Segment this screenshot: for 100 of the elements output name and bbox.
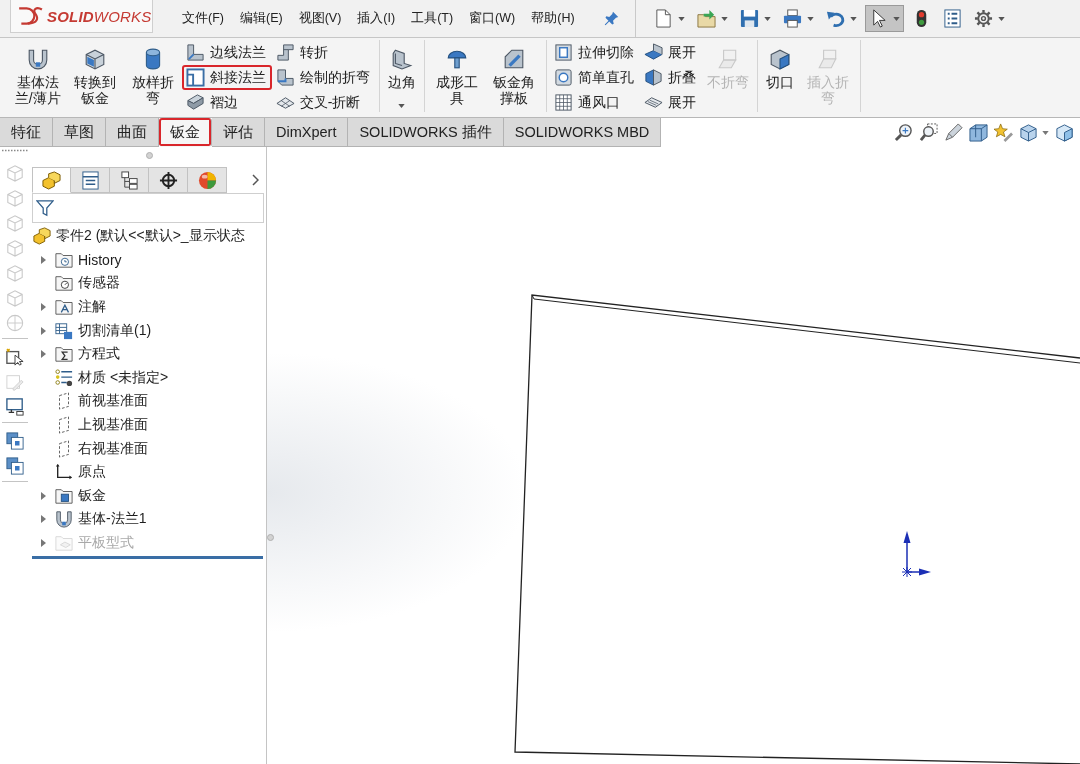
ribbon-button[interactable]: 褶边 <box>181 90 272 115</box>
expand-arrow-icon[interactable] <box>40 255 46 264</box>
blocks-icon <box>42 170 61 190</box>
app-wordmark: SOLIDWORKS <box>47 7 152 25</box>
expand-arrow-icon[interactable] <box>40 491 46 500</box>
ribbon-button[interactable]: 斜接法兰 <box>181 65 272 90</box>
caret-icon <box>763 16 771 21</box>
ribbon-button[interactable]: 拉伸切除 <box>549 40 640 65</box>
ribbon-button[interactable]: 成形工具 <box>427 40 486 110</box>
ribbon-button[interactable]: 展开 <box>639 40 702 65</box>
splitter-handle[interactable] <box>145 151 153 159</box>
panel-tab[interactable] <box>110 167 149 193</box>
tree-item[interactable]: 前视基准面 <box>78 392 148 411</box>
l-bracket-icon <box>185 43 205 62</box>
section-view-button[interactable] <box>969 123 988 142</box>
tree-item[interactable]: 右视基准面 <box>78 439 148 458</box>
caret-icon <box>677 16 685 21</box>
select-button[interactable] <box>864 5 904 32</box>
tree-item[interactable]: History <box>78 251 122 268</box>
expand-arrow-icon[interactable] <box>40 515 46 524</box>
ribbon-button[interactable]: 基体法兰/薄片 <box>9 40 67 110</box>
tree-item[interactable]: 原点 <box>78 463 106 482</box>
stacked-windows-icon[interactable] <box>6 431 24 450</box>
cursor-frame-icon[interactable] <box>6 347 24 366</box>
ribbon-button[interactable]: 转折 <box>271 40 376 65</box>
tree-item[interactable]: 注解 <box>78 298 106 316</box>
tree-item[interactable]: 上视基准面 <box>78 415 148 434</box>
menu-item[interactable]: 视图(V) <box>291 7 349 30</box>
tree-item[interactable]: 切割清单(1) <box>78 321 152 340</box>
ribbon-tab[interactable]: 草图 <box>53 118 106 147</box>
material-icon <box>55 368 73 387</box>
settings-icon <box>973 9 993 28</box>
filter-icon <box>36 199 54 217</box>
monitor-icon[interactable] <box>6 397 24 416</box>
ribbon-tab[interactable]: 曲面 <box>106 118 159 147</box>
crosshair-icon <box>158 170 178 190</box>
menu-item[interactable]: 文件(F) <box>175 7 231 30</box>
expand-arrow-icon[interactable] <box>40 303 46 311</box>
ribbon-tab[interactable]: 特征 <box>0 118 53 147</box>
bend-sheet-icon <box>816 48 839 70</box>
tree-item[interactable]: 基体-法兰1 <box>78 510 147 529</box>
u-bracket-icon <box>55 510 73 529</box>
caret-icon <box>720 16 728 21</box>
expand-arrow-icon[interactable] <box>40 326 46 335</box>
panel-tab[interactable] <box>149 167 188 193</box>
tree-item[interactable]: 材质 <未指定> <box>78 368 169 387</box>
unfold-icon <box>643 43 663 62</box>
grip-icon[interactable] <box>1 149 29 152</box>
previous-view-button[interactable] <box>944 123 963 142</box>
ribbon-button[interactable]: 边角 <box>382 40 421 112</box>
zoom-fit-button[interactable] <box>894 123 913 142</box>
ribbon-button[interactable]: 边线法兰 <box>181 40 272 65</box>
caret-icon <box>892 16 900 21</box>
zoom-icon <box>894 123 913 142</box>
ribbon-button[interactable]: 展开 <box>639 90 702 115</box>
ribbon-button[interactable]: 通风口 <box>549 90 640 115</box>
filter-field[interactable] <box>32 193 264 223</box>
ribbon-tab[interactable]: SOLIDWORKS 插件 <box>348 118 504 147</box>
expand-arrow-icon[interactable] <box>40 538 46 547</box>
axis-triad-icon <box>901 531 931 578</box>
sheet-folder-icon <box>55 533 73 552</box>
ribbon-button[interactable]: 切口 <box>760 40 799 94</box>
zoom-area-button[interactable] <box>919 123 938 142</box>
tree-item[interactable]: 钣金 <box>78 486 106 505</box>
tree-item[interactable]: 传感器 <box>78 274 120 293</box>
rollback-bar[interactable] <box>32 555 263 559</box>
ribbon-button[interactable]: 放样折弯 <box>124 40 182 110</box>
menu-item[interactable]: 工具(T) <box>404 7 461 30</box>
ribbon-tab[interactable]: DimXpert <box>265 118 349 147</box>
corner-icon <box>390 48 413 70</box>
cube-icon <box>768 48 791 70</box>
ribbon-button[interactable]: 转换到钣金 <box>66 40 125 110</box>
ribbon-button[interactable]: 钣金角撑板 <box>485 40 543 110</box>
view-annotation-button[interactable] <box>994 123 1013 142</box>
ribbon-button[interactable]: 绘制的折弯 <box>271 65 376 90</box>
ribbon-button[interactable]: 折叠 <box>639 65 702 90</box>
ribbon-button[interactable]: 简单直孔 <box>549 65 640 90</box>
star-pencil-icon <box>994 123 1013 142</box>
checklist-icon <box>942 9 962 28</box>
u-bracket-icon <box>26 48 49 70</box>
tree-item[interactable]: 方程式 <box>78 345 120 364</box>
menu-item[interactable]: 窗口(W) <box>462 7 523 30</box>
ribbon-tab[interactable]: 评估 <box>212 118 265 147</box>
pin-icon <box>603 11 619 26</box>
panel-tab[interactable] <box>71 167 110 193</box>
menu-item[interactable]: 编辑(E) <box>232 7 290 30</box>
ribbon-tab[interactable]: 钣金 <box>159 118 212 147</box>
menu-item[interactable]: 帮助(H) <box>524 7 582 30</box>
display-style-button[interactable] <box>1019 123 1049 142</box>
stacked-windows-icon[interactable] <box>6 456 24 475</box>
expand-arrow-icon[interactable] <box>40 350 46 359</box>
logo-mark-icon <box>17 5 43 27</box>
tree-item[interactable]: 零件2 (默认<<默认>_显示状态 <box>56 227 245 245</box>
menu-item[interactable]: 插入(I) <box>350 7 403 30</box>
chevron-right-icon[interactable] <box>252 174 259 186</box>
cut-list-icon <box>55 321 73 340</box>
printer-icon <box>782 9 802 28</box>
view-orientation-button[interactable] <box>1055 123 1074 142</box>
ribbon-button[interactable]: 交叉-折断 <box>271 90 376 115</box>
ribbon-tab[interactable]: SOLIDWORKS MBD <box>503 118 662 147</box>
